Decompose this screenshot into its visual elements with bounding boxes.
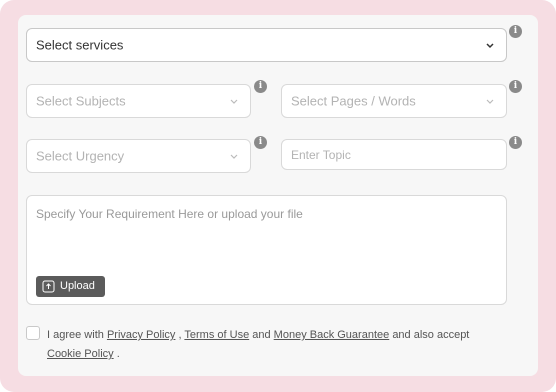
cookie-policy-link[interactable]: Cookie Policy <box>47 348 114 360</box>
info-icon[interactable]: i <box>254 136 267 149</box>
info-icon[interactable]: i <box>509 25 522 38</box>
agreement-text: I agree with Privacy Policy , Terms of U… <box>47 326 487 364</box>
info-icon[interactable]: i <box>509 80 522 93</box>
chevron-down-icon <box>230 154 238 159</box>
topic-input[interactable]: Enter Topic <box>281 139 507 170</box>
money-back-guarantee-link[interactable]: Money Back Guarantee <box>274 329 390 341</box>
info-icon[interactable]: i <box>254 80 267 93</box>
services-select[interactable]: Select services <box>26 28 507 62</box>
subjects-select-placeholder: Select Subjects <box>36 93 126 109</box>
agreement-and: and <box>252 329 271 341</box>
urgency-select[interactable]: Select Urgency <box>26 139 251 173</box>
agreement-sep: , <box>178 329 182 341</box>
info-icon[interactable]: i <box>509 136 522 149</box>
upload-button-label: Upload <box>60 280 95 292</box>
privacy-policy-link[interactable]: Privacy Policy <box>107 329 175 341</box>
upload-button[interactable]: Upload <box>36 276 105 297</box>
urgency-select-placeholder: Select Urgency <box>36 148 125 164</box>
topic-input-placeholder: Enter Topic <box>291 147 351 162</box>
services-select-value: Select services <box>36 37 124 53</box>
chevron-down-icon <box>230 99 238 104</box>
agreement-prefix: I agree with <box>47 329 104 341</box>
upload-icon <box>42 280 55 293</box>
subjects-select[interactable]: Select Subjects <box>26 84 251 118</box>
chevron-down-icon <box>486 99 494 104</box>
pages-words-select-placeholder: Select Pages / Words <box>291 93 416 109</box>
requirement-textarea[interactable]: Specify Your Requirement Here or upload … <box>26 195 507 305</box>
agreement-middle: and also accept <box>392 329 470 341</box>
pages-words-select[interactable]: Select Pages / Words <box>281 84 507 118</box>
form-frame: Select services i Select Subjects i Sele… <box>0 0 556 392</box>
agree-checkbox[interactable] <box>26 326 40 340</box>
chevron-down-icon <box>486 43 494 49</box>
requirement-placeholder: Specify Your Requirement Here or upload … <box>36 207 303 221</box>
terms-of-use-link[interactable]: Terms of Use <box>184 329 249 341</box>
agreement-end: . <box>116 348 120 360</box>
